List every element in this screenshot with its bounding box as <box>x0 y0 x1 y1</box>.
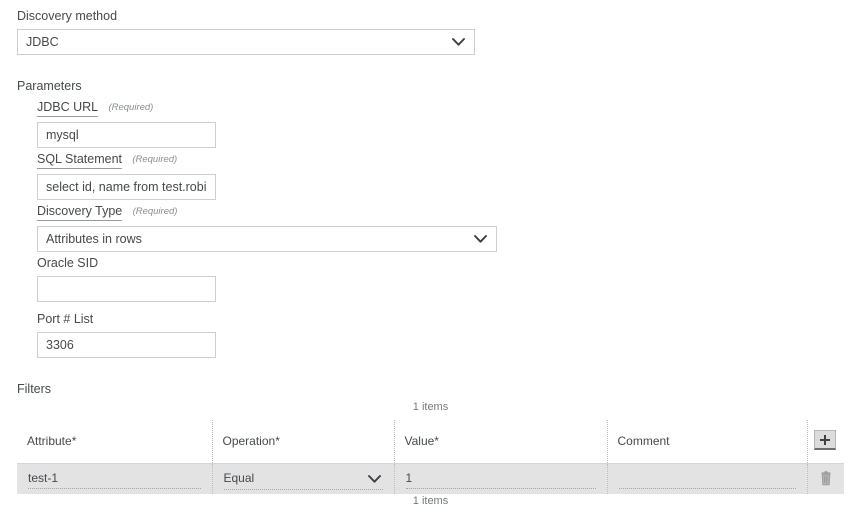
table-header-row: Attribute* Operation* Value* Comment <box>17 420 844 464</box>
cell-actions <box>806 463 844 494</box>
filters-table: Attribute* Operation* Value* Comment tes… <box>17 420 844 494</box>
field-group-jdbc-url: JDBC URL (Required) <box>37 100 497 148</box>
filters-label: Filters <box>17 382 52 396</box>
jdbc-url-required-note: (Required) <box>108 102 154 113</box>
column-header-comment[interactable]: Comment <box>606 420 807 464</box>
field-group-port-list: Port # List <box>37 312 497 358</box>
filter-operation-value: Equal <box>223 470 255 485</box>
discovery-type-required-note: (Required) <box>132 206 178 217</box>
filter-value-input[interactable] <box>405 469 596 489</box>
cell-attribute <box>17 463 212 494</box>
cell-value <box>393 463 607 494</box>
table-row: Equal <box>17 463 844 494</box>
cell-operation: Equal <box>211 463 394 494</box>
port-list-input[interactable] <box>37 332 216 358</box>
items-count-top: 1 items <box>412 401 449 413</box>
discovery-type-value: Attributes in rows <box>46 232 142 246</box>
discovery-method-select[interactable]: JDBC <box>17 29 475 55</box>
sql-statement-label: SQL Statement <box>37 152 122 169</box>
discovery-type-select[interactable]: Attributes in rows <box>37 226 497 252</box>
filter-attribute-input[interactable] <box>28 469 201 489</box>
filters-table-wrapper: Attribute* Operation* Value* Comment tes… <box>17 420 844 494</box>
jdbc-url-label: JDBC URL <box>37 100 99 117</box>
oracle-sid-input[interactable] <box>37 276 216 302</box>
field-group-discovery-type: Discovery Type (Required) Attributes in … <box>37 204 497 252</box>
items-count-bottom: 1 items <box>412 495 449 507</box>
column-header-operation[interactable]: Operation* <box>211 420 394 464</box>
discovery-configuration-form: Discovery method JDBC Parameters JDBC UR… <box>0 0 855 520</box>
discovery-type-label: Discovery Type <box>37 204 123 221</box>
field-group-oracle-sid: Oracle SID <box>37 256 497 302</box>
filter-comment-input[interactable] <box>618 469 796 489</box>
add-filter-row-button[interactable] <box>813 430 836 450</box>
filter-operation-select[interactable]: Equal <box>223 469 383 490</box>
cell-comment <box>606 463 807 494</box>
sql-statement-required-note: (Required) <box>132 154 178 165</box>
sql-statement-input[interactable] <box>37 174 216 200</box>
port-list-label: Port # List <box>37 312 94 326</box>
discovery-method-label: Discovery method <box>17 9 118 23</box>
column-header-value[interactable]: Value* <box>393 420 607 464</box>
field-group-sql-statement: SQL Statement (Required) <box>37 152 497 200</box>
column-header-actions <box>806 420 844 464</box>
jdbc-url-input[interactable] <box>37 122 216 148</box>
parameters-label: Parameters <box>17 79 82 93</box>
oracle-sid-label: Oracle SID <box>37 256 99 270</box>
column-header-attribute[interactable]: Attribute* <box>17 420 212 464</box>
trash-icon[interactable] <box>819 471 833 487</box>
discovery-method-value: JDBC <box>26 35 59 49</box>
